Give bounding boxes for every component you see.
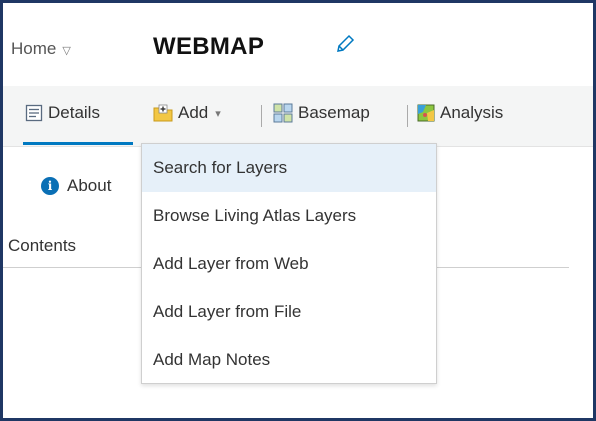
add-button[interactable]: Add ▾ xyxy=(153,103,221,123)
menu-item-add-layer-from-file[interactable]: Add Layer from File xyxy=(142,288,436,336)
menu-item-add-map-notes[interactable]: Add Map Notes xyxy=(142,336,436,384)
basemap-label: Basemap xyxy=(298,103,370,122)
home-menu[interactable]: Home ▽ xyxy=(11,39,71,59)
toolbar-divider xyxy=(407,105,408,127)
add-label: Add xyxy=(178,103,209,122)
analysis-icon xyxy=(417,104,435,122)
about-tab[interactable]: i About xyxy=(41,176,111,196)
details-button[interactable]: Details xyxy=(25,103,100,123)
analysis-button[interactable]: Analysis xyxy=(417,103,503,123)
basemap-button[interactable]: Basemap xyxy=(273,103,370,123)
chevron-down-icon: ▽ xyxy=(62,44,71,57)
basemap-grid-icon xyxy=(273,103,293,123)
contents-label[interactable]: Contents xyxy=(8,236,76,256)
toolbar-divider xyxy=(261,105,262,127)
add-dropdown-menu: Search for Layers Browse Living Atlas La… xyxy=(141,143,437,384)
details-icon xyxy=(25,104,43,122)
toolbar: Details Add ▾ Basemap Analysis xyxy=(3,86,593,147)
active-tab-indicator xyxy=(23,142,133,145)
menu-item-add-layer-from-web[interactable]: Add Layer from Web xyxy=(142,240,436,288)
home-label: Home xyxy=(11,39,57,58)
info-icon: i xyxy=(41,177,59,195)
about-label: About xyxy=(67,176,112,195)
menu-item-search-for-layers[interactable]: Search for Layers xyxy=(142,144,436,192)
analysis-label: Analysis xyxy=(440,103,504,122)
menu-item-browse-living-atlas[interactable]: Browse Living Atlas Layers xyxy=(142,192,436,240)
header: Home ▽ WEBMAP xyxy=(3,3,593,83)
map-title: WEBMAP xyxy=(153,33,265,60)
add-layer-icon xyxy=(153,104,173,122)
chevron-down-icon: ▾ xyxy=(215,107,221,120)
details-label: Details xyxy=(48,103,100,122)
pencil-icon[interactable] xyxy=(334,33,356,55)
